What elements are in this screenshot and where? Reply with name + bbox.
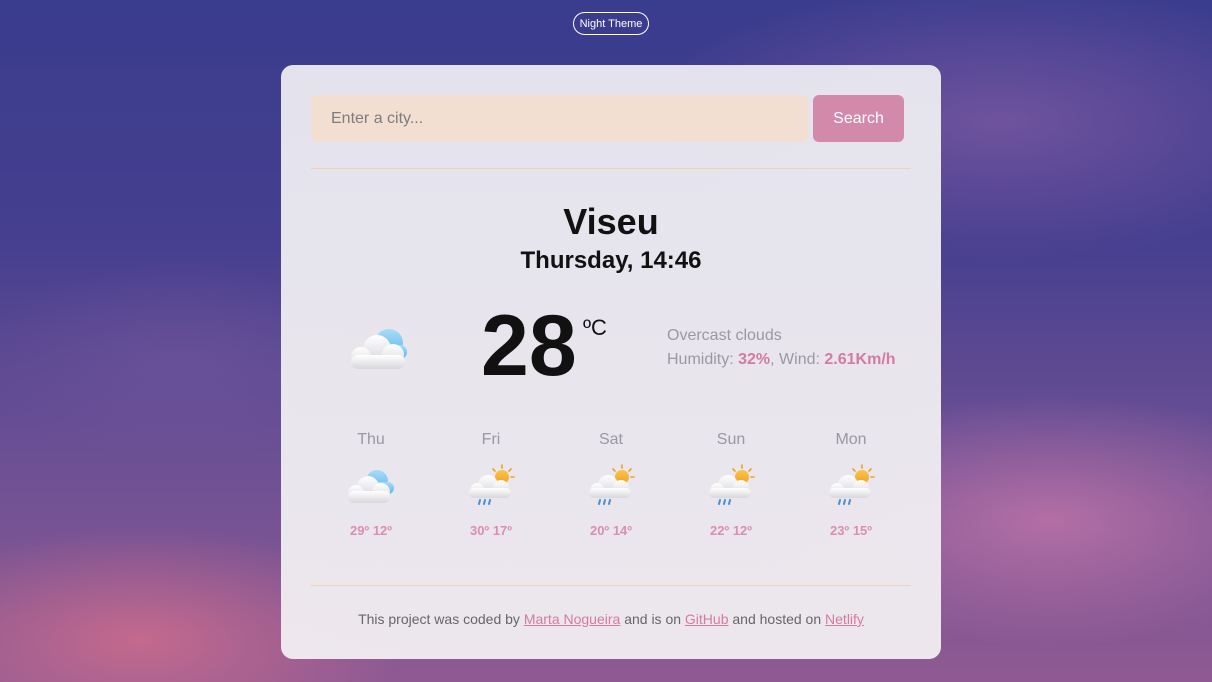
humidity-label: Humidity: [667,351,739,368]
top-divider [311,168,911,169]
forecast: Thu 29º 12º Fri 30º 17º Sat 20º 14º Sun … [311,431,911,551]
footer: This project was coded by Marta Nogueira… [281,611,941,627]
sun-cloud-rain-icon [469,464,515,505]
forecast-temps: 30º 17º [431,523,551,538]
forecast-min: 15º [852,523,873,538]
forecast-max: 30º [469,523,490,538]
footer-text: This project was coded by [358,611,524,627]
sun-cloud-rain-icon [829,464,875,505]
forecast-temps: 29º 12º [311,523,431,538]
forecast-day-name: Sat [598,431,623,448]
forecast-day: Fri 30º 17º [431,431,551,551]
author-link[interactable]: Marta Nogueira [524,611,621,627]
forecast-min: 12º [372,523,393,538]
humidity-value: 32% [738,351,771,368]
night-theme-button[interactable]: Night Theme [573,12,649,35]
weather-card: Search Viseu Thursday, 14:46 28 ºC Overc… [281,65,941,659]
netlify-link[interactable]: Netlify [825,611,864,627]
wind-value: 2.61Km/h [824,351,896,368]
sun-cloud-rain-icon [709,464,755,505]
wind-label: , Wind: [770,351,825,368]
search-button[interactable]: Search [813,95,904,142]
forecast-day-name: Thu [357,431,385,448]
weather-description: Overcast clouds [667,327,782,344]
forecast-max: 23º [829,523,850,538]
temperature-unit: ºC [583,315,607,340]
forecast-temps: 22º 12º [671,523,791,538]
city-name: Viseu [563,201,659,242]
sun-cloud-rain-icon [589,464,635,505]
cloud-icon [351,329,407,369]
forecast-day: Mon 23º 15º [791,431,911,551]
forecast-temps: 23º 15º [791,523,911,538]
forecast-day: Sun 22º 12º [671,431,791,551]
footer-text: and is on [620,611,685,627]
cloud-icon [348,470,394,503]
bottom-divider [311,585,911,586]
city-search-input[interactable] [311,95,808,142]
forecast-min: 12º [732,523,753,538]
forecast-day-name: Fri [481,431,501,448]
forecast-max: 22º [709,523,730,538]
forecast-day-name: Mon [835,431,867,448]
forecast-day-name: Sun [716,431,746,448]
forecast-day: Sat 20º 14º [551,431,671,551]
current-datetime: Thursday, 14:46 [520,247,702,274]
weather-details: Humidity: 32%, Wind: 2.61Km/h [667,351,896,369]
forecast-max: 20º [589,523,610,538]
forecast-min: 14º [612,523,633,538]
forecast-min: 17º [492,523,513,538]
forecast-max: 29º [349,523,370,538]
forecast-day: Thu 29º 12º [311,431,431,551]
current-temperature: 28 [481,298,577,394]
forecast-temps: 20º 14º [551,523,671,538]
footer-text: and hosted on [728,611,826,627]
github-link[interactable]: GitHub [685,611,729,627]
